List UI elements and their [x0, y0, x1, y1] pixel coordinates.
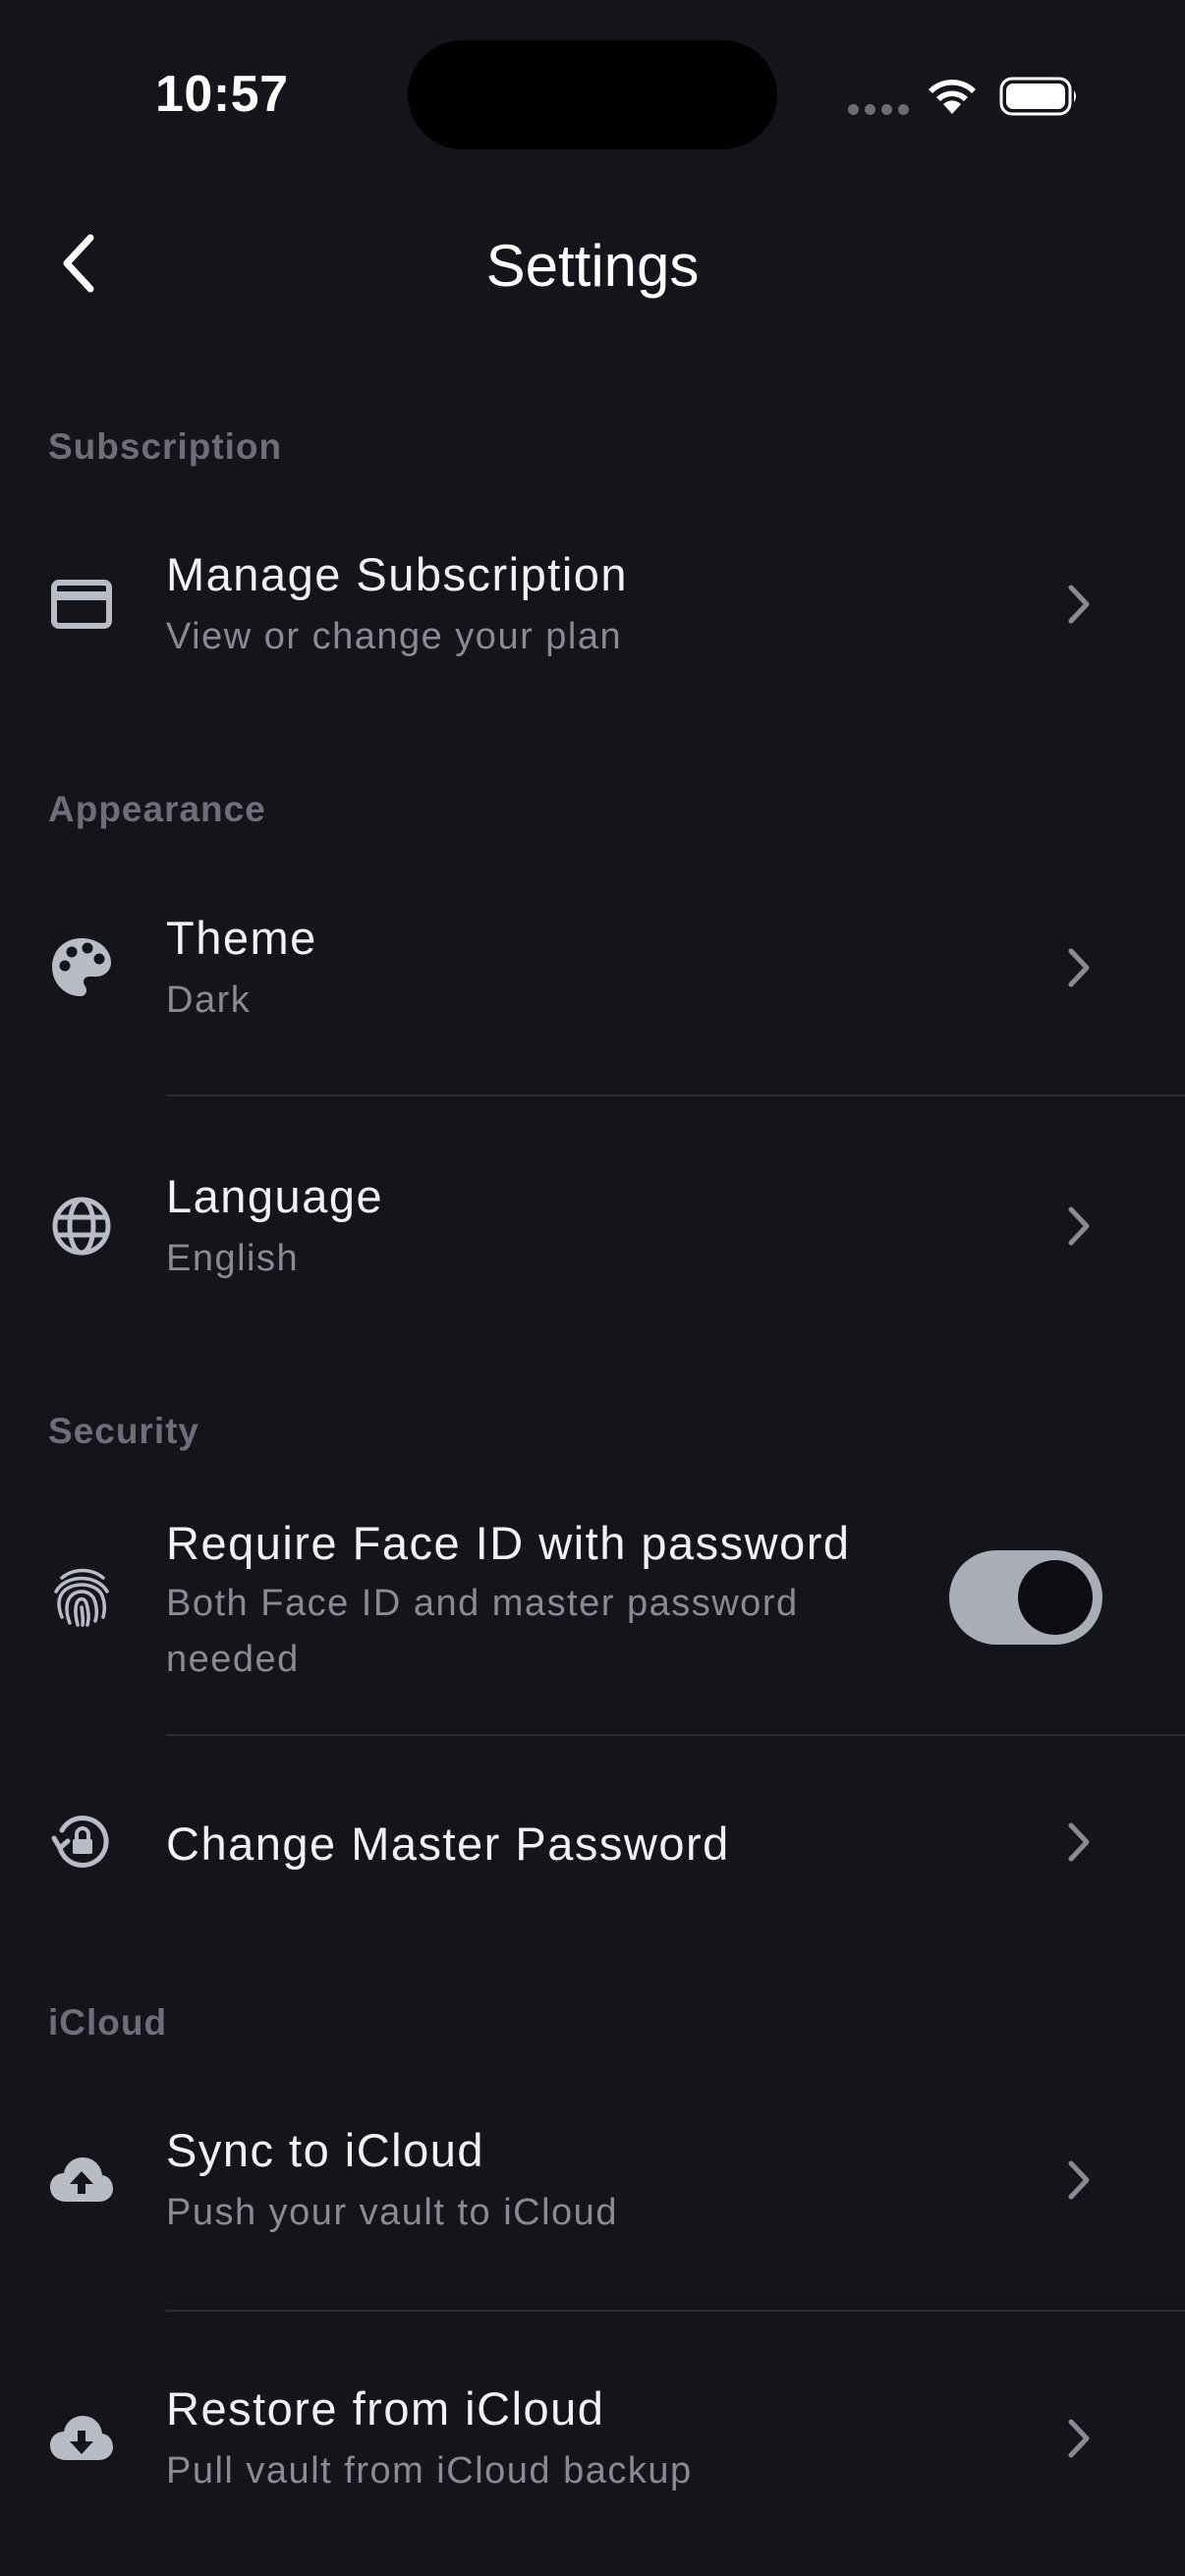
change-master-password-label: Change Master Password — [166, 1818, 730, 1870]
faceid-label: Require Face ID with password — [166, 1517, 851, 1569]
restore-icloud-label: Restore from iCloud — [166, 2382, 605, 2435]
section-header-subscription: Subscription — [48, 426, 283, 467]
faceid-subtitle: Both Face ID and master password needed — [166, 1583, 799, 1680]
chevron-right-icon — [1068, 2160, 1090, 2200]
restore-icloud-row[interactable]: Restore from iCloud Pull vault from iClo… — [0, 2365, 1185, 2512]
manage-subscription-subtitle: View or change your plan — [166, 616, 623, 657]
page-title: Settings — [485, 233, 700, 299]
theme-value: Dark — [166, 980, 252, 1021]
theme-label: Theme — [166, 912, 317, 964]
sync-icloud-label: Sync to iCloud — [166, 2124, 485, 2176]
section-header-security: Security — [48, 1411, 200, 1451]
sync-icloud-row[interactable]: Sync to iCloud Push your vault to iCloud — [0, 2106, 1185, 2254]
cloud-upload-icon — [48, 2147, 115, 2213]
battery-icon — [999, 75, 1080, 118]
sync-icloud-subtitle: Push your vault to iCloud — [166, 2192, 618, 2233]
palette-icon — [48, 934, 115, 1001]
divider — [166, 1094, 1185, 1096]
divider — [166, 2310, 1185, 2312]
credit-card-icon — [48, 571, 115, 638]
chevron-right-icon — [1068, 1206, 1090, 1246]
manage-subscription-row[interactable]: Manage Subscription View or change your … — [0, 531, 1185, 678]
language-row[interactable]: Language English — [0, 1152, 1185, 1300]
cloud-download-icon — [48, 2405, 115, 2472]
status-bar: 10:57 — [0, 0, 1185, 187]
change-master-password-row[interactable]: Change Master Password — [0, 1768, 1185, 1916]
chevron-right-icon — [1068, 948, 1090, 987]
dynamic-island — [408, 40, 777, 149]
lock-reset-icon — [48, 1809, 115, 1876]
manage-subscription-label: Manage Subscription — [166, 548, 629, 600]
chevron-right-icon — [1068, 1822, 1090, 1862]
section-header-appearance: Appearance — [48, 789, 266, 829]
status-time: 10:57 — [155, 66, 289, 123]
chevron-right-icon — [1068, 2419, 1090, 2458]
fingerprint-icon — [48, 1564, 115, 1631]
language-label: Language — [166, 1170, 384, 1222]
toggle-knob — [1018, 1560, 1093, 1635]
globe-icon — [48, 1193, 115, 1260]
divider — [166, 1734, 1185, 1736]
faceid-toggle[interactable] — [949, 1550, 1102, 1645]
language-value: English — [166, 1238, 300, 1279]
cellular-signal-icon — [848, 104, 909, 118]
wifi-icon — [925, 73, 980, 116]
theme-row[interactable]: Theme Dark — [0, 894, 1185, 1041]
chevron-right-icon — [1068, 585, 1090, 624]
section-header-icloud: iCloud — [48, 2002, 168, 2043]
restore-icloud-subtitle: Pull vault from iCloud backup — [166, 2450, 693, 2492]
faceid-row: Require Face ID with password Both Face … — [0, 1499, 1185, 1696]
